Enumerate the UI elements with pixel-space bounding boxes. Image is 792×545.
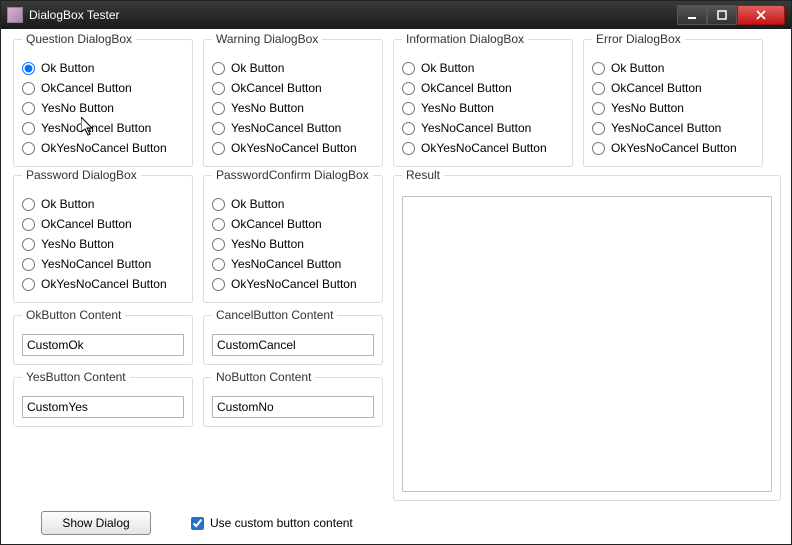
radio-information-okyesnocancel[interactable]: OkYesNoCancel Button (402, 138, 564, 158)
close-button[interactable] (737, 5, 785, 25)
client-area: Question DialogBox Ok Button OkCancel Bu… (1, 29, 791, 544)
group-cancelbutton-content: CancelButton Content (203, 315, 383, 365)
radio-warning-yesnocancel[interactable]: YesNoCancel Button (212, 118, 374, 138)
okbutton-content-input[interactable] (22, 334, 184, 356)
row-dialog-types-2: Password DialogBox Ok Button OkCancel Bu… (13, 175, 781, 501)
use-custom-checkbox[interactable]: Use custom button content (191, 516, 353, 530)
group-passwordconfirm-legend: PasswordConfirm DialogBox (212, 168, 373, 182)
col-left: Password DialogBox Ok Button OkCancel Bu… (13, 175, 193, 501)
radio-information-yesno[interactable]: YesNo Button (402, 98, 564, 118)
result-output (402, 196, 772, 492)
group-question: Question DialogBox Ok Button OkCancel Bu… (13, 39, 193, 167)
radio-warning-okcancel[interactable]: OkCancel Button (212, 78, 374, 98)
radio-error-okyesnocancel[interactable]: OkYesNoCancel Button (592, 138, 754, 158)
group-result-legend: Result (402, 168, 444, 182)
radio-information-okcancel[interactable]: OkCancel Button (402, 78, 564, 98)
row-dialog-types-1: Question DialogBox Ok Button OkCancel Bu… (13, 39, 781, 167)
maximize-button[interactable] (707, 5, 737, 25)
radio-warning-okyesnocancel[interactable]: OkYesNoCancel Button (212, 138, 374, 158)
titlebar: DialogBox Tester (1, 1, 791, 29)
radio-password-okcancel[interactable]: OkCancel Button (22, 214, 184, 234)
app-icon (7, 7, 23, 23)
group-question-legend: Question DialogBox (22, 32, 136, 46)
nobutton-content-input[interactable] (212, 396, 374, 418)
maximize-icon (717, 10, 727, 20)
radio-error-yesnocancel[interactable]: YesNoCancel Button (592, 118, 754, 138)
bottom-actions: Show Dialog Use custom button content (41, 511, 781, 535)
radio-error-okcancel[interactable]: OkCancel Button (592, 78, 754, 98)
window-controls (677, 5, 785, 25)
radio-passwordconfirm-ok[interactable]: Ok Button (212, 194, 374, 214)
group-yesbutton-content: YesButton Content (13, 377, 193, 427)
radio-question-okyesnocancel[interactable]: OkYesNoCancel Button (22, 138, 184, 158)
radio-question-yesno[interactable]: YesNo Button (22, 98, 184, 118)
radio-passwordconfirm-yesnocancel[interactable]: YesNoCancel Button (212, 254, 374, 274)
radio-question-yesnocancel[interactable]: YesNoCancel Button (22, 118, 184, 138)
radio-password-ok[interactable]: Ok Button (22, 194, 184, 214)
group-nobutton-legend: NoButton Content (212, 370, 315, 384)
radio-information-ok[interactable]: Ok Button (402, 58, 564, 78)
close-icon (756, 10, 766, 20)
col-mid: PasswordConfirm DialogBox Ok Button OkCa… (203, 175, 383, 501)
group-error-legend: Error DialogBox (592, 32, 685, 46)
app-window: DialogBox Tester Question DialogBox Ok B… (0, 0, 792, 545)
group-result: Result (393, 175, 781, 501)
group-nobutton-content: NoButton Content (203, 377, 383, 427)
radio-passwordconfirm-okcancel[interactable]: OkCancel Button (212, 214, 374, 234)
group-password: Password DialogBox Ok Button OkCancel Bu… (13, 175, 193, 303)
radio-password-yesnocancel[interactable]: YesNoCancel Button (22, 254, 184, 274)
minimize-icon (687, 10, 697, 20)
radio-error-ok[interactable]: Ok Button (592, 58, 754, 78)
radio-warning-ok[interactable]: Ok Button (212, 58, 374, 78)
group-cancelbutton-legend: CancelButton Content (212, 308, 337, 322)
group-warning: Warning DialogBox Ok Button OkCancel But… (203, 39, 383, 167)
group-warning-legend: Warning DialogBox (212, 32, 322, 46)
radio-password-yesno[interactable]: YesNo Button (22, 234, 184, 254)
window-title: DialogBox Tester (29, 8, 677, 22)
group-okbutton-legend: OkButton Content (22, 308, 125, 322)
group-information: Information DialogBox Ok Button OkCancel… (393, 39, 573, 167)
cancelbutton-content-input[interactable] (212, 334, 374, 356)
group-information-legend: Information DialogBox (402, 32, 528, 46)
group-yesbutton-legend: YesButton Content (22, 370, 130, 384)
use-custom-checkbox-input[interactable] (191, 517, 204, 530)
radio-passwordconfirm-yesno[interactable]: YesNo Button (212, 234, 374, 254)
radio-password-okyesnocancel[interactable]: OkYesNoCancel Button (22, 274, 184, 294)
radio-question-ok[interactable]: Ok Button (22, 58, 184, 78)
radio-information-yesnocancel[interactable]: YesNoCancel Button (402, 118, 564, 138)
radio-warning-yesno[interactable]: YesNo Button (212, 98, 374, 118)
group-okbutton-content: OkButton Content (13, 315, 193, 365)
group-passwordconfirm: PasswordConfirm DialogBox Ok Button OkCa… (203, 175, 383, 303)
radio-passwordconfirm-okyesnocancel[interactable]: OkYesNoCancel Button (212, 274, 374, 294)
use-custom-checkbox-label: Use custom button content (210, 516, 353, 530)
radio-question-okcancel[interactable]: OkCancel Button (22, 78, 184, 98)
yesbutton-content-input[interactable] (22, 396, 184, 418)
group-error: Error DialogBox Ok Button OkCancel Butto… (583, 39, 763, 167)
radio-error-yesno[interactable]: YesNo Button (592, 98, 754, 118)
group-password-legend: Password DialogBox (22, 168, 141, 182)
minimize-button[interactable] (677, 5, 707, 25)
show-dialog-button[interactable]: Show Dialog (41, 511, 151, 535)
